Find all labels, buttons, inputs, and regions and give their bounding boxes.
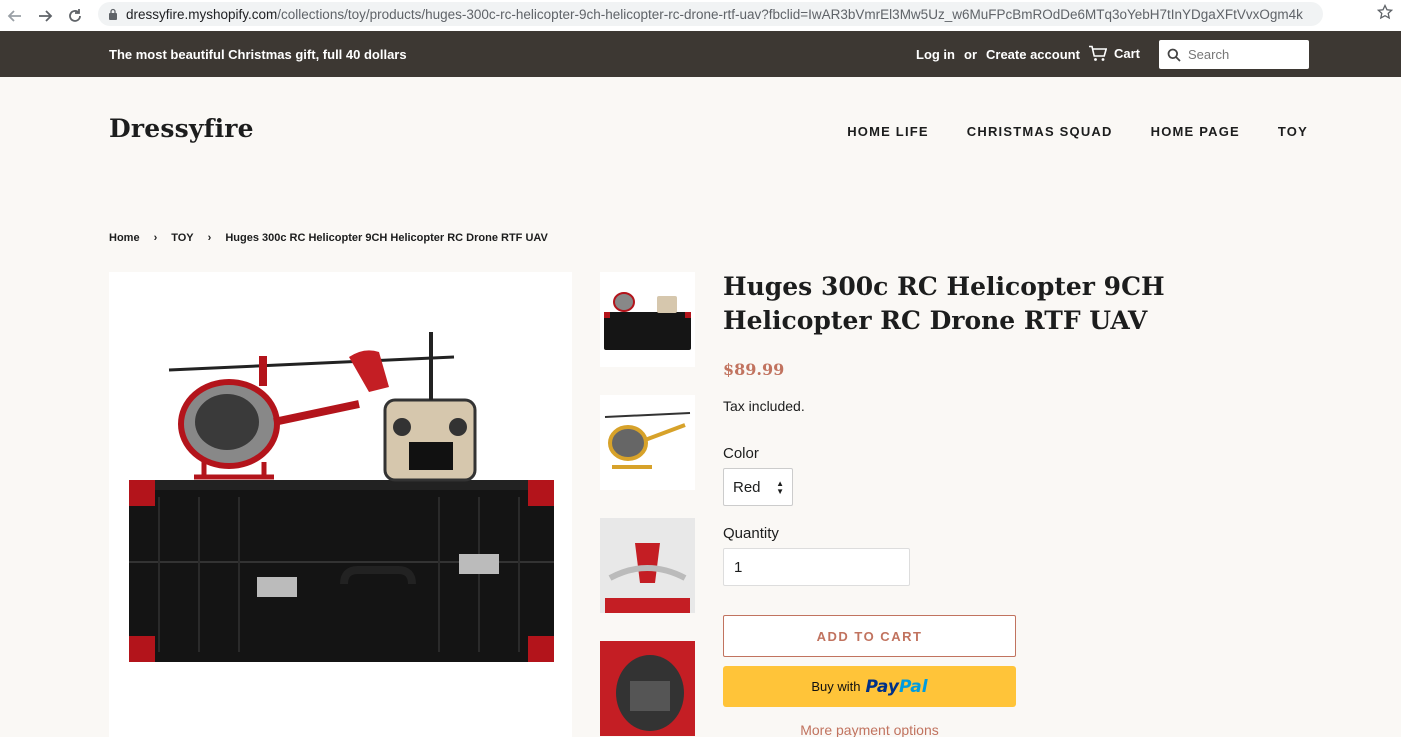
breadcrumb-separator: › [207, 232, 212, 244]
thumbnail-rotor-closeup [600, 518, 695, 613]
product-price: $89.99 [723, 360, 785, 379]
nav-toy[interactable]: TOY [1278, 124, 1308, 139]
url-host: dressyfire.myshopify.com [126, 6, 278, 22]
reload-icon [69, 8, 81, 22]
breadcrumb-current: Huges 300c RC Helicopter 9CH Helicopter … [225, 232, 548, 244]
breadcrumb-collection[interactable]: TOY [171, 232, 193, 244]
site-logo[interactable]: Dressyfire [109, 114, 254, 143]
forward-button[interactable] [30, 0, 60, 31]
announcement-bar: The most beautiful Christmas gift, full … [0, 31, 1401, 77]
bookmark-star-icon[interactable] [1377, 4, 1393, 20]
quantity-input[interactable]: 1 [723, 548, 910, 586]
select-arrows-icon: ▲ ▼ [776, 479, 784, 496]
search-icon[interactable] [1167, 48, 1181, 62]
product-title: Huges 300c RC Helicopter 9CH Helicopter … [723, 272, 1165, 335]
back-button[interactable] [0, 0, 30, 31]
reload-button[interactable] [60, 0, 90, 31]
color-select[interactable]: Red ▲ ▼ [723, 468, 793, 506]
cart-label: Cart [1114, 46, 1141, 61]
main-navigation: HOME LIFE CHRISTMAS SQUAD HOME PAGE TOY [847, 124, 1308, 139]
thumbnail-cockpit [600, 641, 695, 736]
paypal-button[interactable]: Buy with PayPal [723, 666, 1016, 707]
breadcrumb-home[interactable]: Home [109, 232, 140, 244]
account-links: Log in or Create account [916, 47, 1080, 62]
paypal-logo: PayPal [865, 676, 928, 697]
thumbnail-3[interactable] [600, 518, 695, 613]
thumbnail-case-illustration [604, 292, 691, 350]
tax-note: Tax included. [723, 398, 805, 414]
more-payment-options-link[interactable]: More payment options [723, 722, 1016, 737]
breadcrumb-separator: › [153, 232, 158, 244]
url-path: /collections/toy/products/huges-300c-rc-… [277, 6, 1303, 22]
color-label: Color [723, 445, 759, 462]
lock-icon [109, 8, 117, 20]
promo-message: The most beautiful Christmas gift, full … [109, 47, 407, 62]
cart-link[interactable]: Cart [1088, 45, 1140, 62]
breadcrumb: Home › TOY › Huges 300c RC Helicopter 9C… [109, 232, 548, 244]
thumbnail-gallery [600, 272, 695, 737]
add-to-cart-button[interactable]: ADD TO CART [723, 615, 1016, 657]
create-account-link[interactable]: Create account [986, 47, 1080, 62]
arrow-left-icon [7, 9, 21, 22]
nav-home-page[interactable]: HOME PAGE [1151, 124, 1240, 139]
cart-icon [1089, 45, 1107, 61]
paypal-prefix: Buy with [811, 679, 861, 694]
product-main-image[interactable] [109, 272, 572, 737]
nav-christmas-squad[interactable]: CHRISTMAS SQUAD [967, 124, 1113, 139]
helicopter-case-illustration [129, 332, 554, 662]
color-selected-value: Red [733, 478, 761, 496]
login-link[interactable]: Log in [916, 47, 955, 62]
address-bar[interactable]: dressyfire.myshopify.com/collections/toy… [98, 2, 1323, 26]
browser-toolbar: dressyfire.myshopify.com/collections/toy… [0, 0, 1401, 31]
thumbnail-4[interactable] [600, 641, 695, 736]
thumbnail-1[interactable] [600, 272, 695, 367]
arrow-right-icon [39, 9, 53, 22]
search-box [1159, 40, 1309, 69]
nav-home-life[interactable]: HOME LIFE [847, 124, 929, 139]
search-input[interactable] [1188, 47, 1298, 62]
or-text: or [964, 47, 977, 62]
thumbnail-gold-helicopter [604, 412, 691, 469]
quantity-label: Quantity [723, 525, 779, 542]
thumbnail-2[interactable] [600, 395, 695, 490]
